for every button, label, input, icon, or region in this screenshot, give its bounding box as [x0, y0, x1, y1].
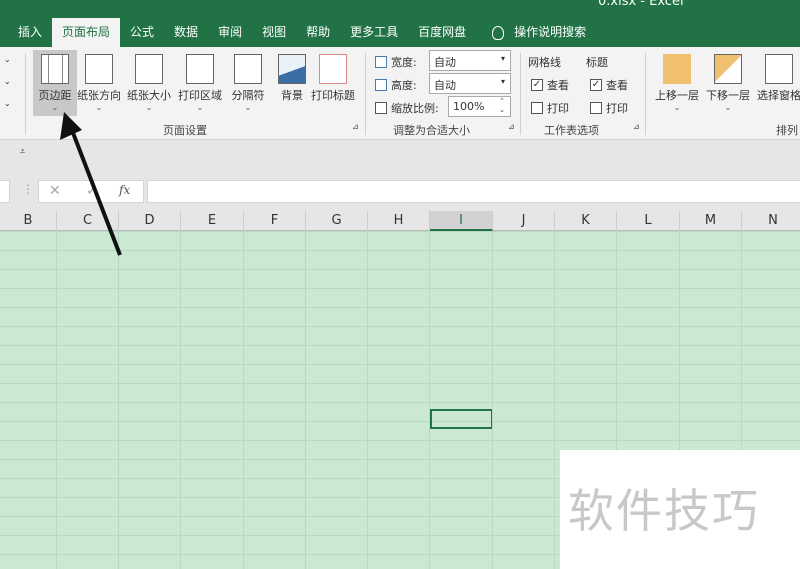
column-header-L[interactable]: L [617, 211, 680, 231]
group-label-arrange: 排列 [776, 124, 798, 137]
chevron-down-icon[interactable]: ⌄ [4, 55, 11, 64]
active-cell[interactable] [430, 409, 493, 429]
bring-forward-button[interactable]: 上移一层 ⌄ [652, 50, 702, 116]
height-select[interactable]: 自动 ▾ [429, 73, 511, 94]
scale-label: 缩放比例: [375, 100, 439, 116]
column-header-M[interactable]: M [680, 211, 742, 231]
tab-insert[interactable]: 插入 [0, 18, 52, 47]
scale-icon [375, 102, 387, 114]
print-titles-icon [319, 54, 347, 84]
gridlines-print-checkbox[interactable]: 打印 [531, 100, 569, 116]
headings-view-checkbox[interactable]: ✓ 查看 [590, 77, 628, 93]
tell-me-search[interactable]: 操作说明搜索 [476, 18, 596, 47]
margins-icon [41, 54, 69, 84]
print-titles-button[interactable]: 打印标题 [308, 50, 358, 116]
lightbulb-icon [492, 25, 505, 40]
headings-print-checkbox[interactable]: 打印 [590, 100, 628, 116]
column-header-G[interactable]: G [306, 211, 368, 231]
printer-icon [186, 54, 214, 84]
scale-spinner[interactable]: 100% ⌃ ⌄ [448, 96, 511, 117]
dialog-launcher-icon[interactable]: ⊿ [352, 122, 359, 131]
width-label: 宽度: [375, 54, 417, 70]
column-header-H[interactable]: H [368, 211, 430, 231]
height-icon [375, 79, 387, 91]
selection-pane-icon [765, 54, 793, 84]
tab-formulas[interactable]: 公式 [120, 18, 164, 47]
insert-function-icon[interactable]: fx [119, 183, 130, 197]
name-box[interactable] [0, 180, 10, 203]
column-header-K[interactable]: K [555, 211, 617, 231]
quick-access-toolbar: ⩡ [0, 141, 800, 171]
chevron-down-icon[interactable]: ⌄ [4, 99, 11, 108]
chevron-down-icon[interactable]: ⌄ [4, 77, 11, 86]
dialog-launcher-icon[interactable]: ⊿ [508, 122, 515, 131]
column-header-F[interactable]: F [244, 211, 306, 231]
enter-icon[interactable]: ✓ [86, 183, 98, 199]
ribbon: ⌄ ⌄ ⌄ 页边距 ⌄ 纸张方向 ⌄ 纸张大小 ⌄ 打印区域 ⌄ 分隔符 ⌄ 背景 打印标… [0, 47, 800, 140]
window-title: 0.xlsx - Excel [598, 0, 684, 9]
column-header-N[interactable]: N [742, 211, 800, 231]
tab-review[interactable]: 审阅 [208, 18, 252, 47]
height-label: 高度: [375, 77, 417, 93]
tab-data[interactable]: 数据 [164, 18, 208, 47]
group-label-sheet-options: 工作表选项 [544, 124, 599, 137]
column-headers: BCDEFGHIJKLMN [0, 211, 800, 231]
column-header-J[interactable]: J [493, 211, 555, 231]
gridline [367, 231, 368, 569]
image-icon [278, 54, 306, 84]
watermark: 软件技巧 [560, 450, 800, 569]
print-area-button[interactable]: 打印区域 ⌄ [176, 50, 224, 116]
title-bar: 0.xlsx - Excel 插入 页面布局 公式 数据 审阅 视图 帮助 更多… [0, 0, 800, 47]
tab-view[interactable]: 视图 [252, 18, 296, 47]
formula-input[interactable] [147, 180, 800, 203]
size-button[interactable]: 纸张大小 ⌄ [125, 50, 173, 116]
column-header-E[interactable]: E [181, 211, 244, 231]
gridlines-view-checkbox[interactable]: ✓ 查看 [531, 77, 569, 93]
formula-buttons: ✕ ✓ fx [38, 180, 144, 203]
gridlines-label: 网格线 [528, 56, 561, 69]
width-icon [375, 56, 387, 68]
tab-help[interactable]: 帮助 [296, 18, 340, 47]
send-backward-icon [714, 54, 742, 84]
gridline [429, 231, 430, 569]
margins-button[interactable]: 页边距 ⌄ [33, 50, 77, 116]
dialog-launcher-icon[interactable]: ⊿ [633, 122, 640, 131]
column-header-C[interactable]: C [57, 211, 119, 231]
customize-qat-icon[interactable]: ⩡ [20, 147, 25, 157]
grip-icon: ⋮ [22, 182, 34, 196]
gridline [56, 231, 57, 569]
column-header-B[interactable]: B [0, 211, 57, 231]
tab-baidu[interactable]: 百度网盘 [408, 18, 476, 47]
bring-forward-icon [663, 54, 691, 84]
column-header-D[interactable]: D [119, 211, 181, 231]
formula-bar: ⋮ ✕ ✓ fx [0, 178, 800, 205]
gridline [305, 231, 306, 569]
orientation-icon [85, 54, 113, 84]
group-label-page-setup: 页面设置 [163, 124, 207, 137]
selection-pane-button[interactable]: 选择窗格 [754, 50, 800, 116]
gridline [180, 231, 181, 569]
search-label: 操作说明搜索 [514, 25, 587, 39]
gridline [243, 231, 244, 569]
headings-label: 标题 [586, 56, 608, 69]
gridline [554, 231, 555, 569]
group-label-scale: 调整为合适大小 [393, 124, 470, 137]
ribbon-tabs: 插入 页面布局 公式 数据 审阅 视图 帮助 更多工具 百度网盘 操作说明搜索 [0, 18, 596, 47]
width-select[interactable]: 自动 ▾ [429, 50, 511, 71]
tab-page-layout[interactable]: 页面布局 [52, 18, 121, 47]
paper-size-icon [135, 54, 163, 84]
breaks-button[interactable]: 分隔符 ⌄ [226, 50, 270, 116]
column-header-I[interactable]: I [430, 211, 493, 231]
orientation-button[interactable]: 纸张方向 ⌄ [75, 50, 123, 116]
cancel-icon[interactable]: ✕ [49, 183, 61, 199]
breaks-icon [234, 54, 262, 84]
tab-more-tools[interactable]: 更多工具 [340, 18, 408, 47]
gridline [492, 231, 493, 569]
gridline [118, 231, 119, 569]
send-backward-button[interactable]: 下移一层 ⌄ [703, 50, 753, 116]
